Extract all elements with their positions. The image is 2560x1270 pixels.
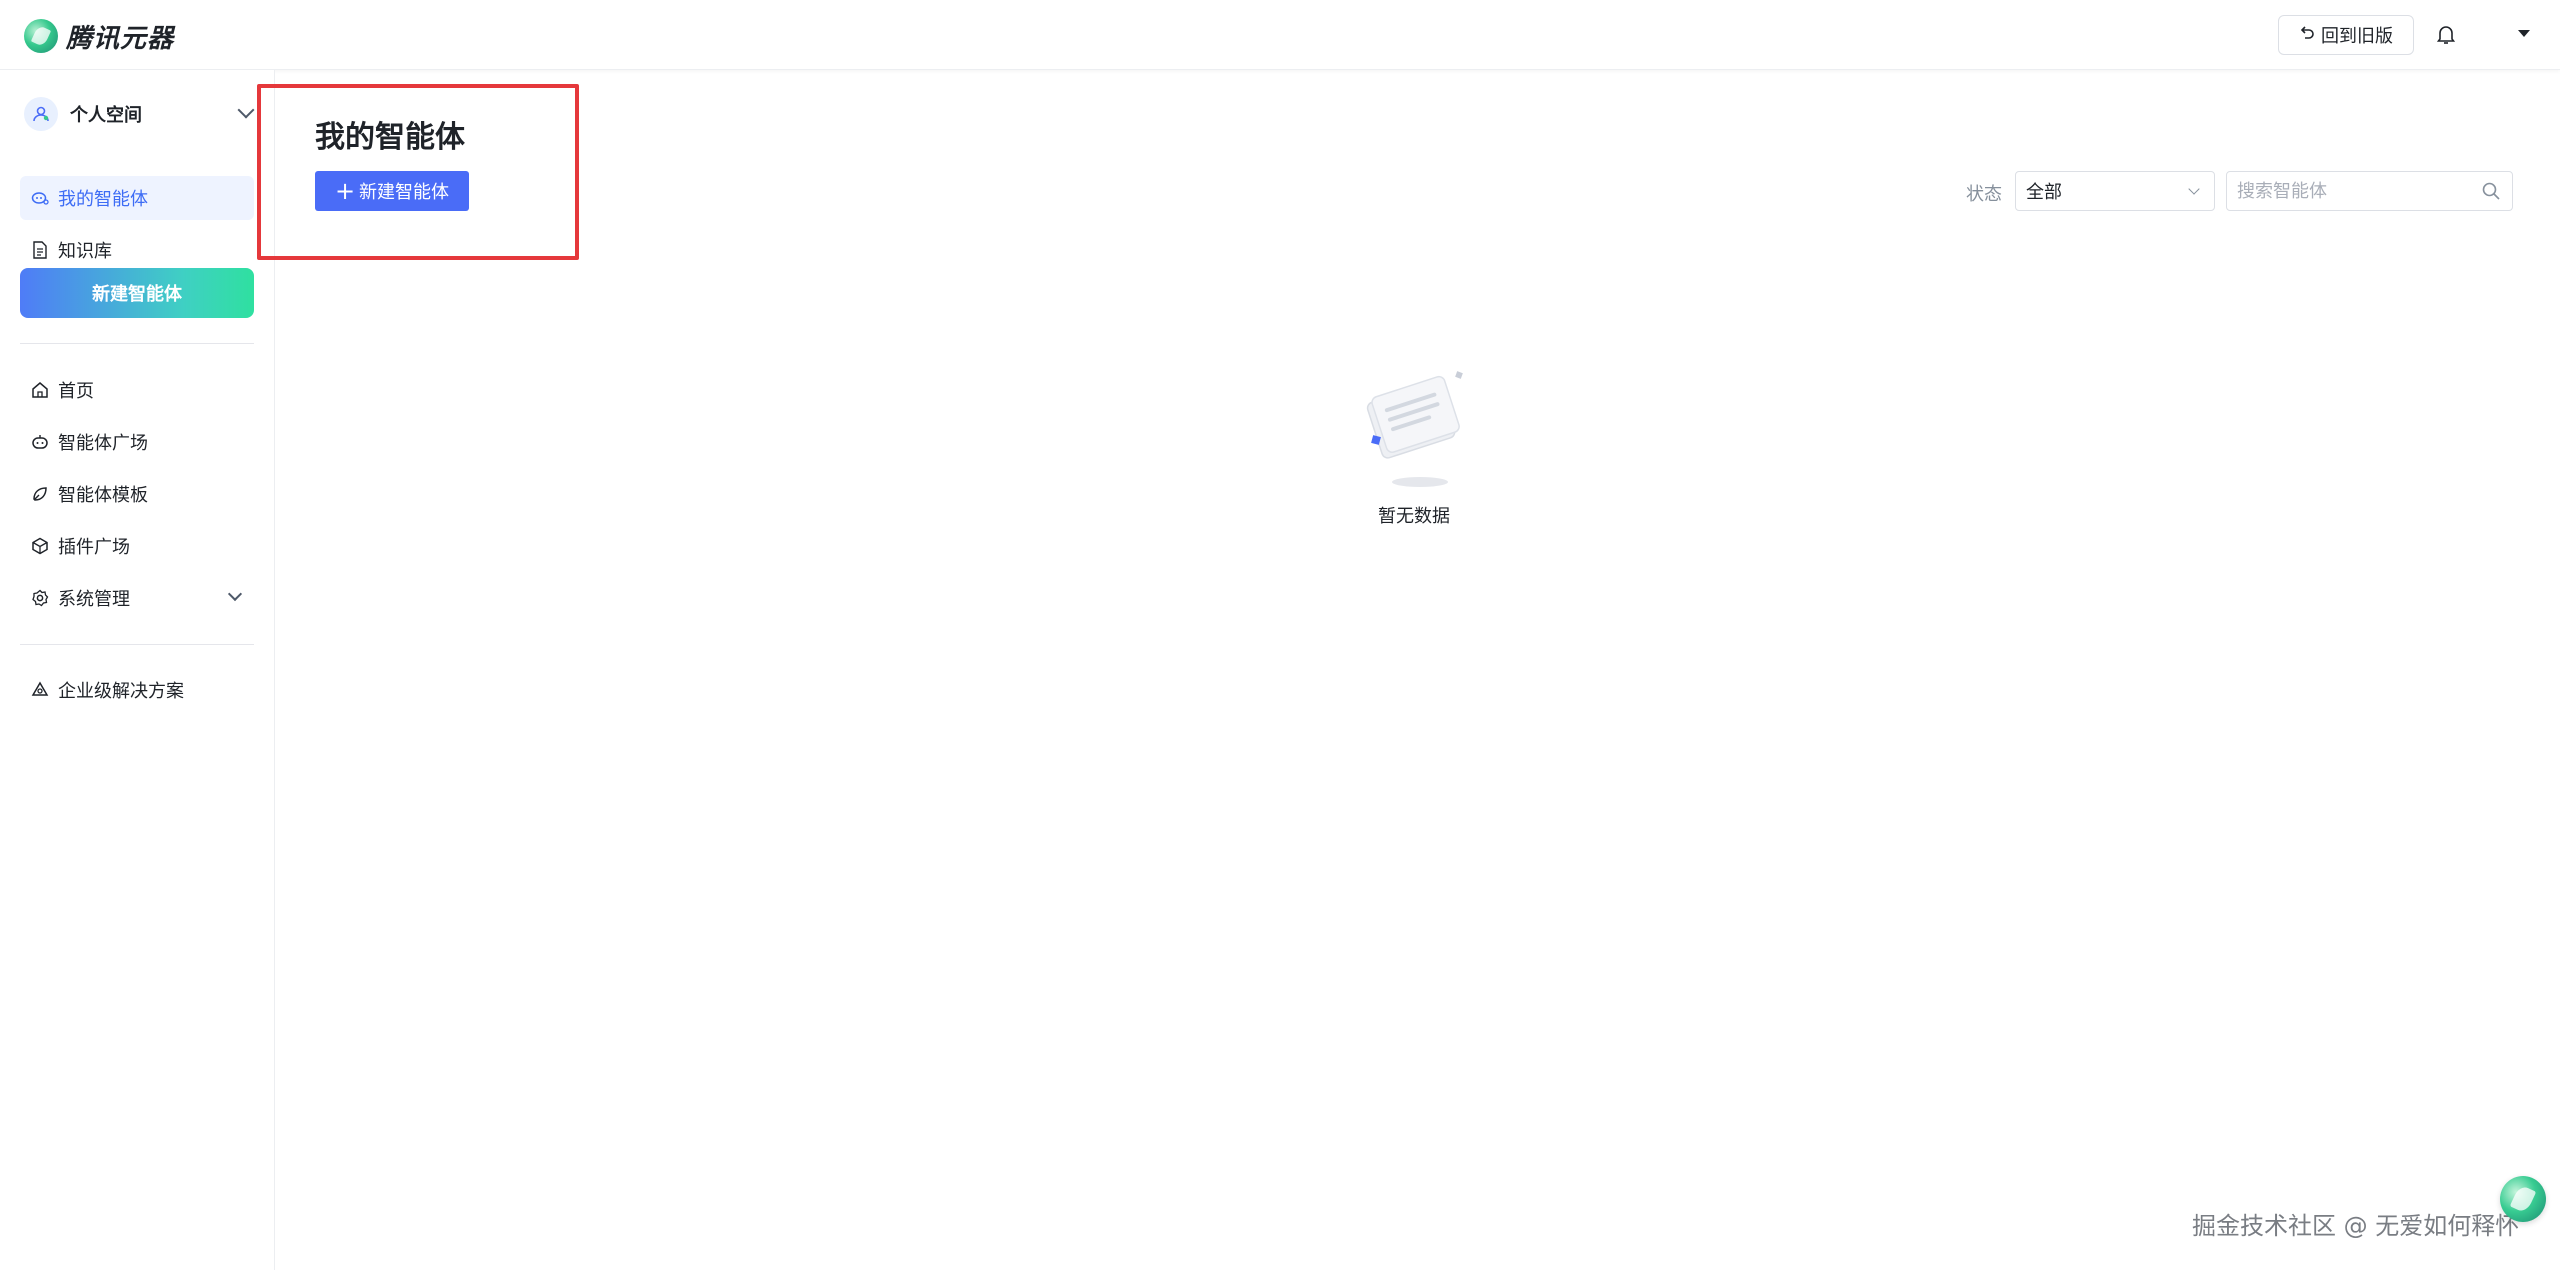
plus-icon: + — [334, 177, 356, 205]
gear-icon — [30, 588, 50, 608]
create-agent-button-label: 新建智能体 — [359, 182, 450, 203]
sidebar-item-plugin-plaza[interactable]: 插件广场 — [20, 524, 254, 568]
personal-space-switcher[interactable]: 个人空间 — [24, 96, 256, 132]
back-to-old-version-button[interactable]: 回到旧版 — [2278, 15, 2414, 55]
sidebar-item-label: 我的智能体 — [58, 189, 148, 210]
document-icon — [30, 240, 50, 260]
solution-icon — [30, 680, 50, 700]
sidebar-item-label: 插件广场 — [58, 537, 130, 558]
back-button-label: 回到旧版 — [2321, 26, 2393, 47]
empty-state-illustration — [1354, 356, 1474, 490]
search-agent-input[interactable] — [2226, 171, 2513, 211]
space-label: 个人空间 — [70, 105, 142, 126]
chevron-down-icon — [2188, 183, 2200, 195]
sidebar-item-agent-plaza[interactable]: 智能体广场 — [20, 420, 254, 464]
status-filter-label: 状态 — [1966, 184, 2002, 205]
status-select[interactable]: 全部 — [2015, 171, 2215, 211]
brand-logo-icon — [24, 19, 58, 53]
sidebar-item-my-agents[interactable]: 我的智能体 — [20, 176, 254, 220]
floating-assistant-logo-icon[interactable] — [2500, 1176, 2546, 1222]
top-header: 腾讯元器 回到旧版 — [0, 0, 2560, 70]
sidebar-divider — [20, 644, 254, 645]
status-select-value: 全部 — [2026, 182, 2062, 203]
sidebar-item-agent-template[interactable]: 智能体模板 — [20, 472, 254, 516]
brand[interactable]: 腾讯元器 — [24, 19, 175, 54]
sidebar-divider — [20, 343, 254, 344]
sidebar-item-label: 智能体模板 — [58, 485, 148, 506]
brand-name: 腾讯元器 — [66, 23, 175, 54]
user-menu-caret-icon[interactable] — [2518, 30, 2530, 37]
chevron-down-icon — [237, 101, 255, 119]
sidebar-item-label: 企业级解决方案 — [58, 681, 184, 702]
sidebar-item-enterprise-solutions[interactable]: 企业级解决方案 — [20, 668, 254, 712]
agent-icon — [30, 188, 50, 208]
page-title: 我的智能体 — [315, 120, 465, 155]
create-agent-sidebar-button[interactable]: 新建智能体 — [20, 268, 254, 318]
empty-state-text: 暂无数据 — [1378, 506, 1450, 527]
bell-icon[interactable] — [2434, 22, 2458, 48]
sidebar-item-knowledge-base[interactable]: 知识库 — [20, 228, 254, 272]
sidebar: 个人空间 我的智能体 知识库 新建智能体 首页 智能体广场 智能体模板 插件广场… — [0, 70, 275, 1270]
robot-icon — [30, 432, 50, 452]
search-icon[interactable] — [2480, 180, 2502, 202]
undo-icon — [2299, 25, 2315, 46]
template-icon — [30, 484, 50, 504]
sidebar-item-system-management[interactable]: 系统管理 — [20, 576, 254, 620]
home-icon — [30, 380, 50, 400]
create-agent-button[interactable]: + 新建智能体 — [315, 171, 469, 211]
chevron-down-icon — [227, 586, 243, 602]
sidebar-item-label: 智能体广场 — [58, 433, 148, 454]
sidebar-item-label: 系统管理 — [58, 589, 130, 610]
user-avatar-icon — [24, 97, 58, 131]
watermark-text: 掘金技术社区 @ 无爱如何释怀 — [2192, 1212, 2520, 1240]
sidebar-item-label: 知识库 — [58, 241, 112, 262]
sidebar-item-label: 首页 — [58, 381, 94, 402]
cube-icon — [30, 536, 50, 556]
sidebar-item-home[interactable]: 首页 — [20, 368, 254, 412]
